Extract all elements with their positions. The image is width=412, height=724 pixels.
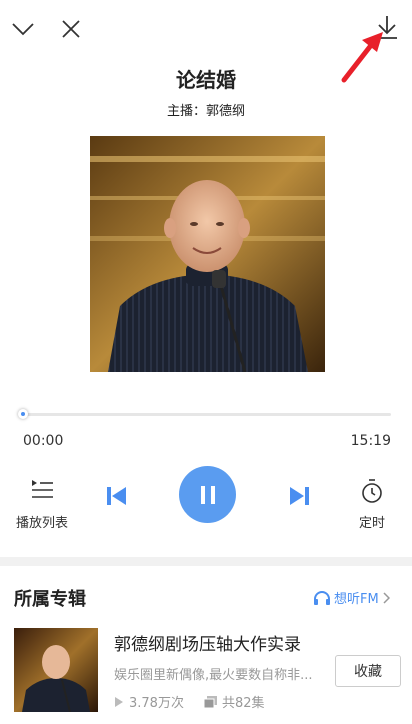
- brand-label: 想听FM: [334, 592, 379, 607]
- album-cover-image[interactable]: [14, 628, 98, 712]
- album-title[interactable]: 郭德纲剧场压轴大作实录: [114, 630, 301, 655]
- headphones-icon: [314, 590, 330, 605]
- episode-title: 论结婚: [176, 68, 236, 92]
- chevron-down-icon: [12, 23, 34, 36]
- pause-icon: [200, 485, 215, 504]
- album-description: 娱乐圈里新偶像,最火要数自称非...: [114, 668, 313, 683]
- next-button[interactable]: [282, 478, 318, 514]
- section-divider: [0, 557, 412, 566]
- host-line: 主播：郭德纲: [166, 104, 245, 119]
- play-count-icon: [115, 696, 123, 707]
- playlist-label: 播放列表: [15, 516, 68, 531]
- progress-track[interactable]: [23, 413, 391, 416]
- timer-label: 定时: [358, 516, 385, 531]
- prev-icon: [107, 487, 126, 505]
- play-count: 3.78万次: [114, 692, 184, 711]
- playlist-icon: [32, 480, 53, 498]
- playlist-button[interactable]: 播放列表: [10, 478, 74, 538]
- current-time: 00:00: [23, 433, 64, 449]
- play-count-value: 3.78万次: [129, 696, 184, 711]
- collect-button[interactable]: 收藏: [335, 655, 401, 687]
- episode-cover-image: [90, 136, 325, 372]
- timer-button[interactable]: 定时: [344, 478, 400, 538]
- album-section-heading: 所属专辑: [14, 589, 86, 610]
- close-button[interactable]: [56, 14, 86, 44]
- timer-icon: [362, 479, 382, 503]
- previous-button[interactable]: [98, 478, 134, 514]
- progress-thumb[interactable]: [18, 409, 28, 419]
- brand-link[interactable]: 想听FM: [313, 588, 390, 607]
- next-icon: [290, 487, 309, 505]
- total-time: 15:19: [350, 433, 391, 449]
- episodes-icon: [204, 695, 217, 708]
- collapse-button[interactable]: [8, 14, 38, 44]
- chevron-right-icon: [383, 591, 390, 604]
- close-icon: [62, 20, 80, 38]
- episode-count: 共82集: [204, 692, 265, 711]
- episode-count-value: 共82集: [222, 696, 265, 711]
- pause-button[interactable]: [179, 466, 236, 523]
